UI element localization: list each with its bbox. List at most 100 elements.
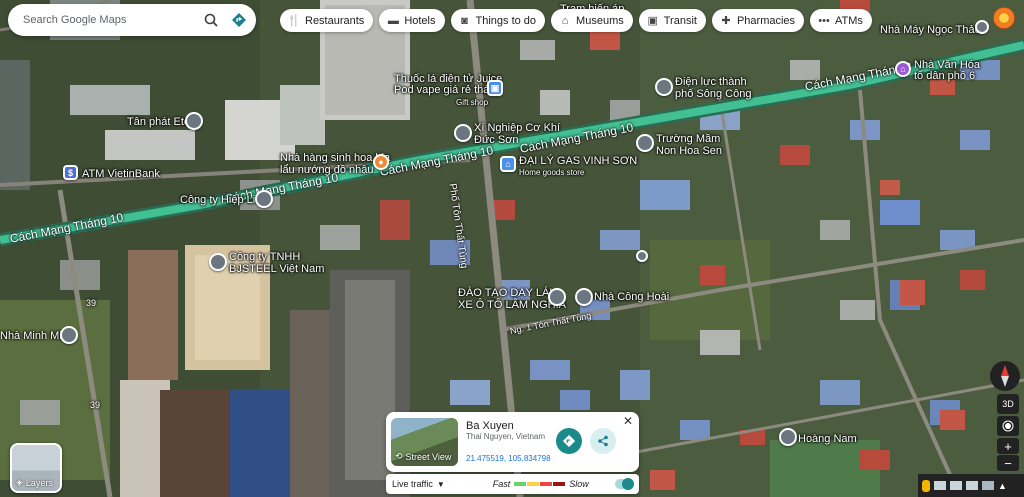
place-pin-nha-minh-minh[interactable]	[60, 326, 78, 344]
search-input[interactable]	[23, 14, 193, 26]
traffic-toggle-knob	[622, 478, 634, 490]
my-location-icon	[1002, 420, 1014, 432]
place-label-cong-ty-tnhh-line1: Công ty TNHH	[229, 251, 301, 263]
traffic-legend-swatch	[527, 482, 540, 486]
place-pin-nha-van-hoa[interactable]: ⌂	[895, 61, 911, 77]
place-pin-nha-cong-hoai[interactable]	[575, 288, 593, 306]
chip-things-to-do[interactable]: ◙ Things to do	[450, 9, 546, 32]
imagery-thumbnail[interactable]	[934, 481, 946, 490]
close-icon[interactable]: ✕	[623, 414, 633, 428]
place-label-xi-nghiep-line1: Xí Nghiệp Cơ Khí	[474, 122, 561, 134]
place-pin-tan-phat[interactable]	[185, 112, 203, 130]
bed-icon: ▬	[387, 14, 399, 27]
place-label-nha-van-hoa[interactable]: Nhà Văn Hóa tổ dân phố 6	[914, 60, 980, 82]
atm-pin[interactable]: $	[63, 165, 78, 180]
chevron-down-icon[interactable]: ▼	[437, 480, 445, 489]
museum-icon: ⌂	[561, 14, 569, 27]
traffic-legend-swatch	[540, 482, 553, 486]
restaurant-pin[interactable]: ●	[373, 154, 389, 170]
place-coordinates[interactable]: 21.475519, 105.834798	[466, 454, 551, 463]
street-view-thumbnail[interactable]: ⟲ Street View	[391, 418, 458, 466]
search-icon[interactable]	[201, 10, 221, 30]
live-traffic-label: Live traffic	[392, 479, 433, 489]
street-view-icon: ⟲	[395, 451, 403, 461]
place-label-hoang-nam[interactable]: Hoàng Nam	[798, 433, 857, 445]
traffic-fast-label: Fast	[492, 479, 511, 489]
home-goods-pin[interactable]: ⌂	[500, 156, 516, 172]
place-label-nha-cong-hoai[interactable]: Nhà Công Hoài	[594, 291, 669, 303]
layers-icon: ◈	[16, 477, 23, 487]
chip-hotels[interactable]: ▬ Hotels	[379, 9, 445, 32]
place-label-xi-nghiep[interactable]: Xí Nghiệp Cơ Khí Đức Sơn	[474, 122, 560, 146]
place-title: Ba Xuyen	[466, 420, 514, 432]
place-pin-hoang-nam[interactable]	[779, 428, 797, 446]
imagery-thumbnail[interactable]	[950, 481, 962, 490]
pharmacy-icon: ✚	[721, 15, 731, 27]
chip-label: Things to do	[475, 14, 537, 27]
share-button[interactable]	[590, 428, 616, 454]
place-label-dien-luc-line1: Điện lực thành	[675, 76, 747, 88]
chip-atms[interactable]: ••• ATMs	[810, 9, 872, 32]
place-label-dien-luc-line2: phố Sông Công	[675, 88, 752, 100]
chip-label: Transit	[663, 14, 697, 27]
traffic-legend-bar	[514, 482, 566, 486]
place-label-xi-nghiep-line2: Đức Sơn	[474, 134, 519, 146]
traffic-legend-swatch	[514, 482, 527, 486]
account-avatar[interactable]	[993, 7, 1015, 29]
threed-button[interactable]: 3D	[997, 394, 1019, 414]
pegman-icon[interactable]	[922, 479, 930, 492]
chip-label: ATMs	[835, 14, 863, 27]
place-label-dai-ly-gas-line1: ĐẠI LÝ GAS VINH SƠN	[519, 155, 638, 167]
imagery-thumbnail[interactable]	[966, 481, 978, 490]
place-pin-nha-may[interactable]	[975, 20, 989, 34]
search-box[interactable]	[8, 4, 256, 36]
chip-restaurants[interactable]: 🍴 Restaurants	[280, 9, 374, 32]
place-pin-truong-mam-non[interactable]	[636, 134, 654, 152]
place-label-nha-may-ngoc-thao[interactable]: Nhà Máy Ngọc Thảo	[880, 24, 981, 36]
place-label-truong-mam-non[interactable]: Trường Mầm Non Hoa Sen	[656, 133, 722, 157]
gift-shop-pin[interactable]: ▣	[487, 80, 503, 96]
place-label-cong-ty-tnhh[interactable]: Công ty TNHH BJSTEEL Việt Nam	[229, 251, 324, 275]
place-label-gift-shop: Gift shop	[456, 98, 489, 107]
place-label-atm-vietinbank[interactable]: ATM VietinBank	[82, 168, 160, 180]
my-location-button[interactable]	[997, 416, 1019, 436]
compass-icon	[1001, 365, 1009, 387]
chip-museums[interactable]: ⌂ Museums	[551, 9, 633, 32]
live-traffic-bar[interactable]: Live traffic ▼ Fast Slow	[386, 474, 639, 494]
chip-label: Pharmacies	[736, 14, 796, 27]
traffic-legend-swatch	[553, 482, 566, 486]
expand-icon[interactable]: ▲	[998, 481, 1007, 491]
place-label-dien-luc[interactable]: Điện lực thành phố Sông Công	[675, 76, 751, 100]
place-label-dai-ly-gas[interactable]: ĐẠI LÝ GAS VINH SƠN Home goods store	[519, 155, 637, 179]
zoom-out-button[interactable]: −	[997, 455, 1019, 471]
directions-icon	[562, 434, 576, 448]
place-label-truong-mam-line2: Non Hoa Sen	[656, 145, 723, 157]
directions-button[interactable]	[556, 428, 582, 454]
place-pin-cong-ty-tnhh[interactable]	[209, 253, 227, 271]
chip-label: Hotels	[404, 14, 436, 27]
directions-icon[interactable]	[229, 10, 249, 30]
place-label-cong-ty-tnhh-line2: BJSTEEL Việt Nam	[229, 263, 325, 275]
place-subtitle: Thai Nguyen, Vietnam	[466, 432, 546, 441]
chip-pharmacies[interactable]: ✚ Pharmacies	[711, 9, 805, 32]
place-pin-hiep-linh[interactable]	[255, 190, 273, 208]
street-view-label: Street View	[405, 451, 452, 462]
traffic-slow-label: Slow	[569, 479, 589, 489]
place-card[interactable]: ⟲ Street View Ba Xuyen Thai Nguyen, Vietn…	[386, 412, 639, 472]
category-chips: 🍴 Restaurants ▬ Hotels ◙ Things to do ⌂ Muse…	[280, 9, 872, 32]
chip-transit[interactable]: ▣ Transit	[638, 9, 706, 32]
place-pin-unnamed[interactable]	[636, 250, 648, 262]
place-label-nha-van-hoa-line2: tổ dân phố 6	[914, 70, 976, 82]
imagery-thumbnail[interactable]	[982, 481, 994, 490]
fork-knife-icon: 🍴	[287, 15, 301, 27]
road-label-39b: 39	[90, 400, 101, 410]
place-pin-dien-luc[interactable]	[655, 78, 673, 96]
layers-label: Layers	[25, 477, 53, 488]
traffic-toggle[interactable]	[615, 478, 634, 490]
place-pin-xi-nghiep[interactable]	[454, 124, 472, 142]
zoom-in-button[interactable]: +	[997, 438, 1019, 454]
atm-icon: •••	[818, 14, 830, 27]
compass-button[interactable]	[990, 361, 1020, 391]
layers-button[interactable]: ◈ Layers	[10, 443, 62, 493]
place-pin-dao-tao[interactable]	[548, 288, 566, 306]
